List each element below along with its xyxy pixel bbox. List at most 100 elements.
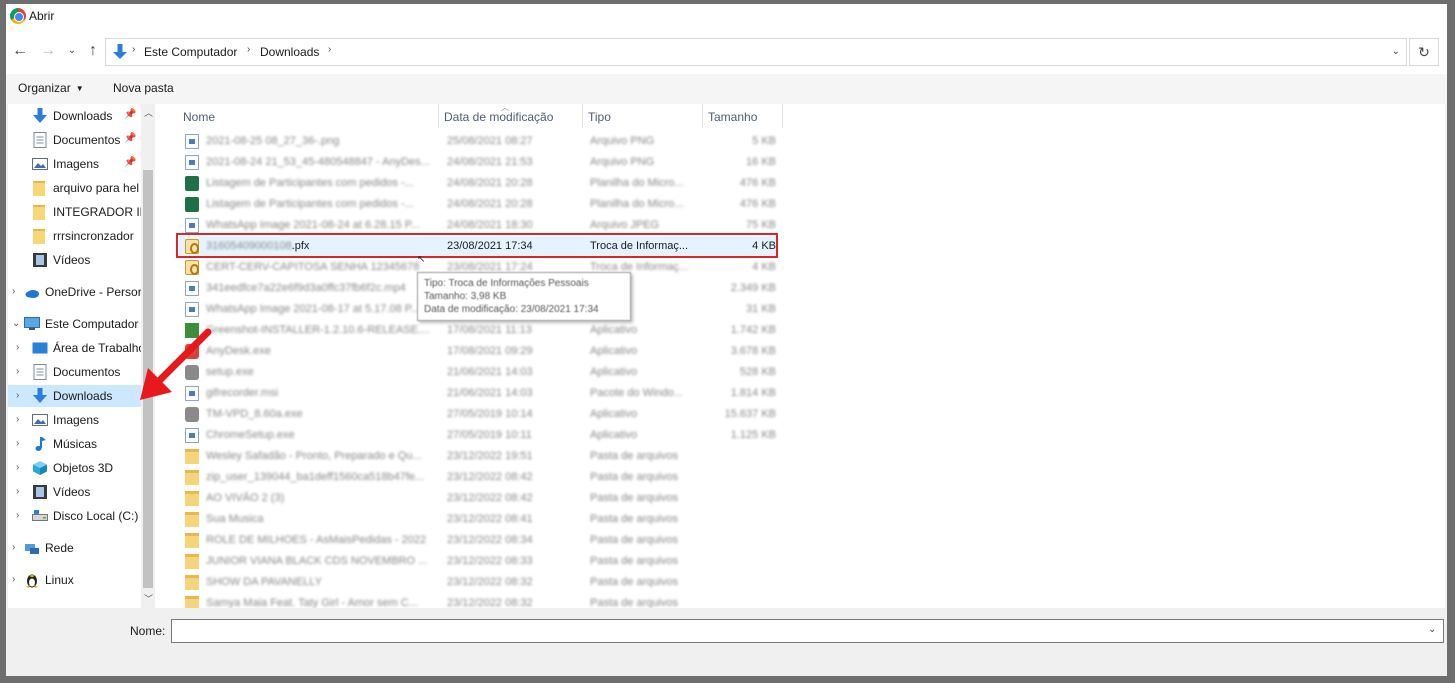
pictures-icon xyxy=(32,414,48,426)
nav-disco-local[interactable]: › Disco Local (C:) xyxy=(8,505,141,527)
nav-musicas[interactable]: › Músicas xyxy=(8,433,141,455)
forward-arrow-icon[interactable]: → xyxy=(38,41,58,61)
file-name: Samya Maia Feat. Taty Girl - Amor sem C.… xyxy=(206,597,418,608)
table-row[interactable]: ChromeSetup.exe 27/05/2019 10:11 Aplicativ… xyxy=(179,425,777,446)
column-header-size[interactable]: Tamanho xyxy=(708,104,757,130)
file-type-icon xyxy=(185,302,199,317)
folder-icon xyxy=(33,229,45,244)
table-row[interactable]: zip_user_139044_ba1deff1560ca518b47fe...… xyxy=(179,467,777,488)
file-date: 23/12/2022 08:32 xyxy=(447,597,533,608)
expand-chevron-icon[interactable]: › xyxy=(16,510,19,521)
nav-quick-arquivo-para-hel[interactable]: arquivo para hel xyxy=(8,177,141,199)
address-bar[interactable]: › Este Computador › Downloads › ⌄ xyxy=(105,38,1407,66)
filename-dropdown-chevron-icon[interactable]: ⌄ xyxy=(1428,624,1436,635)
file-size: 476 KB xyxy=(739,177,776,189)
file-date: 24/08/2021 20:28 xyxy=(447,177,533,189)
file-date: 24/08/2021 18:30 xyxy=(447,219,533,231)
up-arrow-icon[interactable]: ↑ xyxy=(83,41,103,61)
table-row[interactable]: 2021-08-25 08_27_36-.png 25/08/2021 08:27… xyxy=(179,131,777,152)
expand-chevron-icon[interactable]: › xyxy=(16,486,19,497)
table-row[interactable]: AO VIVÃO 2 (3) 23/12/2022 08:42 Pasta de a… xyxy=(179,488,777,509)
column-header-name[interactable]: Nome xyxy=(183,104,215,130)
expand-chevron-icon[interactable]: › xyxy=(12,574,15,585)
column-divider[interactable] xyxy=(782,104,783,128)
nav-area-de-trabalho[interactable]: › Área de Trabalho xyxy=(8,337,141,359)
nav-este-computador[interactable]: ⌄ Este Computador xyxy=(8,313,141,335)
nav-quick-integrador-ip[interactable]: INTEGRADOR IP xyxy=(8,201,141,223)
recent-locations-chevron-icon[interactable]: ⌄ xyxy=(62,41,82,61)
organize-button[interactable]: Organizar ▼ xyxy=(18,81,84,95)
nav-quick-downloads[interactable]: Downloads 📌 xyxy=(8,105,141,127)
file-type: Pasta de arquivos xyxy=(590,534,679,546)
new-folder-button[interactable]: Nova pasta xyxy=(113,81,174,95)
file-name: zip_user_139044_ba1deff1560ca518b47fe... xyxy=(206,471,425,483)
table-row[interactable]: SHOW DA PAVANELLY 23/12/2022 08:32 Pasta d… xyxy=(179,572,777,593)
expand-chevron-icon[interactable]: › xyxy=(16,438,19,449)
file-size: 1.814 KB xyxy=(730,387,776,399)
file-name: ChromeSetup.exe xyxy=(206,429,295,441)
file-name: Sua Musica xyxy=(206,513,264,525)
nav-documentos[interactable]: › Documentos xyxy=(8,361,141,383)
breadcrumb-este-computador[interactable]: Este Computador xyxy=(144,45,237,59)
filename-input[interactable] xyxy=(171,619,1444,643)
nav-quick-documentos[interactable]: Documentos 📌 xyxy=(8,129,141,151)
nav-quick-rrrsincronzador[interactable]: rrrsincronzador xyxy=(8,225,141,247)
nav-videos[interactable]: › Vídeos xyxy=(8,481,141,503)
table-row[interactable]: Greenshot-INSTALLER-1.2.10.6-RELEASE....… xyxy=(179,320,777,341)
table-row[interactable]: Sua Musica 23/12/2022 08:41 Pasta de arqui… xyxy=(179,509,777,530)
expand-chevron-icon[interactable]: › xyxy=(16,390,19,401)
address-dropdown-chevron-icon[interactable]: ⌄ xyxy=(1392,46,1400,57)
drive-icon xyxy=(32,510,48,521)
expand-chevron-icon[interactable]: › xyxy=(16,462,19,473)
nav-quick-videos[interactable]: Vídeos xyxy=(8,249,141,271)
table-row[interactable]: 2021-08-24 21_53_45-480548847 - AnyDes..… xyxy=(179,152,777,173)
expand-chevron-icon[interactable]: › xyxy=(16,414,19,425)
nav-linux[interactable]: › Linux xyxy=(8,569,141,591)
file-type: Arquivo JPEG xyxy=(590,219,660,231)
expand-chevron-icon[interactable]: › xyxy=(12,542,15,553)
column-divider[interactable] xyxy=(702,104,703,128)
videos-icon xyxy=(33,485,47,499)
file-size: 528 KB xyxy=(739,366,776,378)
file-name: JUNIOR VIANA BLACK CDS NOVEMBRO ... xyxy=(206,555,428,567)
column-divider[interactable] xyxy=(582,104,583,128)
file-type: Pasta de arquivos xyxy=(590,513,679,525)
nav-imagens[interactable]: › Imagens xyxy=(8,409,141,431)
file-size: 31 KB xyxy=(746,303,776,315)
table-row[interactable]: TM-VPD_8.60a.exe 27/05/2019 10:14 Aplicati… xyxy=(179,404,777,425)
table-row[interactable]: gifrecorder.msi 21/06/2021 14:03 Pacote do… xyxy=(179,383,777,404)
table-row[interactable]: JUNIOR VIANA BLACK CDS NOVEMBRO ... 23/12… xyxy=(179,551,777,572)
scroll-down-icon[interactable]: ﹀ xyxy=(144,592,153,605)
expand-chevron-icon[interactable]: › xyxy=(12,286,15,297)
table-row[interactable]: setup.exe 21/06/2021 14:03 Aplicativo 528 K… xyxy=(179,362,777,383)
column-divider[interactable] xyxy=(438,104,439,128)
window-title: Abrir xyxy=(29,9,55,23)
scroll-up-icon[interactable]: ︿ xyxy=(144,106,153,119)
file-date: 23/12/2022 08:32 xyxy=(447,576,533,588)
table-row[interactable]: ROLE DE MILHOES - AsMaisPedidas - 2022 23… xyxy=(179,530,777,551)
file-size: 3.678 KB xyxy=(730,345,776,357)
table-row[interactable]: Listagem de Participantes com pedidos -.… xyxy=(179,194,777,215)
column-header-type[interactable]: Tipo xyxy=(588,104,611,130)
column-header-date[interactable]: Data de modificação xyxy=(444,104,553,130)
file-name: ROLE DE MILHOES - AsMaisPedidas - 2022 xyxy=(206,534,427,546)
file-size: 4 KB xyxy=(752,261,776,273)
breadcrumb-downloads[interactable]: Downloads xyxy=(260,45,319,59)
file-type-icon xyxy=(185,134,199,149)
refresh-button[interactable]: ↻ xyxy=(1409,38,1439,66)
nav-onedrive[interactable]: › OneDrive - Persor xyxy=(8,281,141,303)
table-row[interactable]: Wesley Safadão - Pronto, Preparado e Qu.… xyxy=(179,446,777,467)
table-row[interactable]: Listagem de Participantes com pedidos -.… xyxy=(179,173,777,194)
collapse-chevron-icon[interactable]: ⌄ xyxy=(12,318,20,329)
table-row[interactable]: AnyDesk.exe 17/08/2021 09:29 Aplicativo 3.6… xyxy=(179,341,777,362)
nav-quick-imagens[interactable]: Imagens 📌 xyxy=(8,153,141,175)
nav-rede[interactable]: › Rede xyxy=(8,537,141,559)
back-arrow-icon[interactable]: ← xyxy=(10,41,30,61)
expand-chevron-icon[interactable]: › xyxy=(16,366,19,377)
file-date: 27/05/2019 10:11 xyxy=(447,429,532,441)
nav-downloads[interactable]: › Downloads xyxy=(8,385,141,407)
expand-chevron-icon[interactable]: › xyxy=(16,342,19,353)
table-row[interactable]: Samya Maia Feat. Taty Girl - Amor sem C.… xyxy=(179,593,777,608)
nav-objetos-3d[interactable]: › Objetos 3D xyxy=(8,457,141,479)
file-tooltip: Tipo: Troca de Informações Pessoais Tama… xyxy=(417,272,631,321)
